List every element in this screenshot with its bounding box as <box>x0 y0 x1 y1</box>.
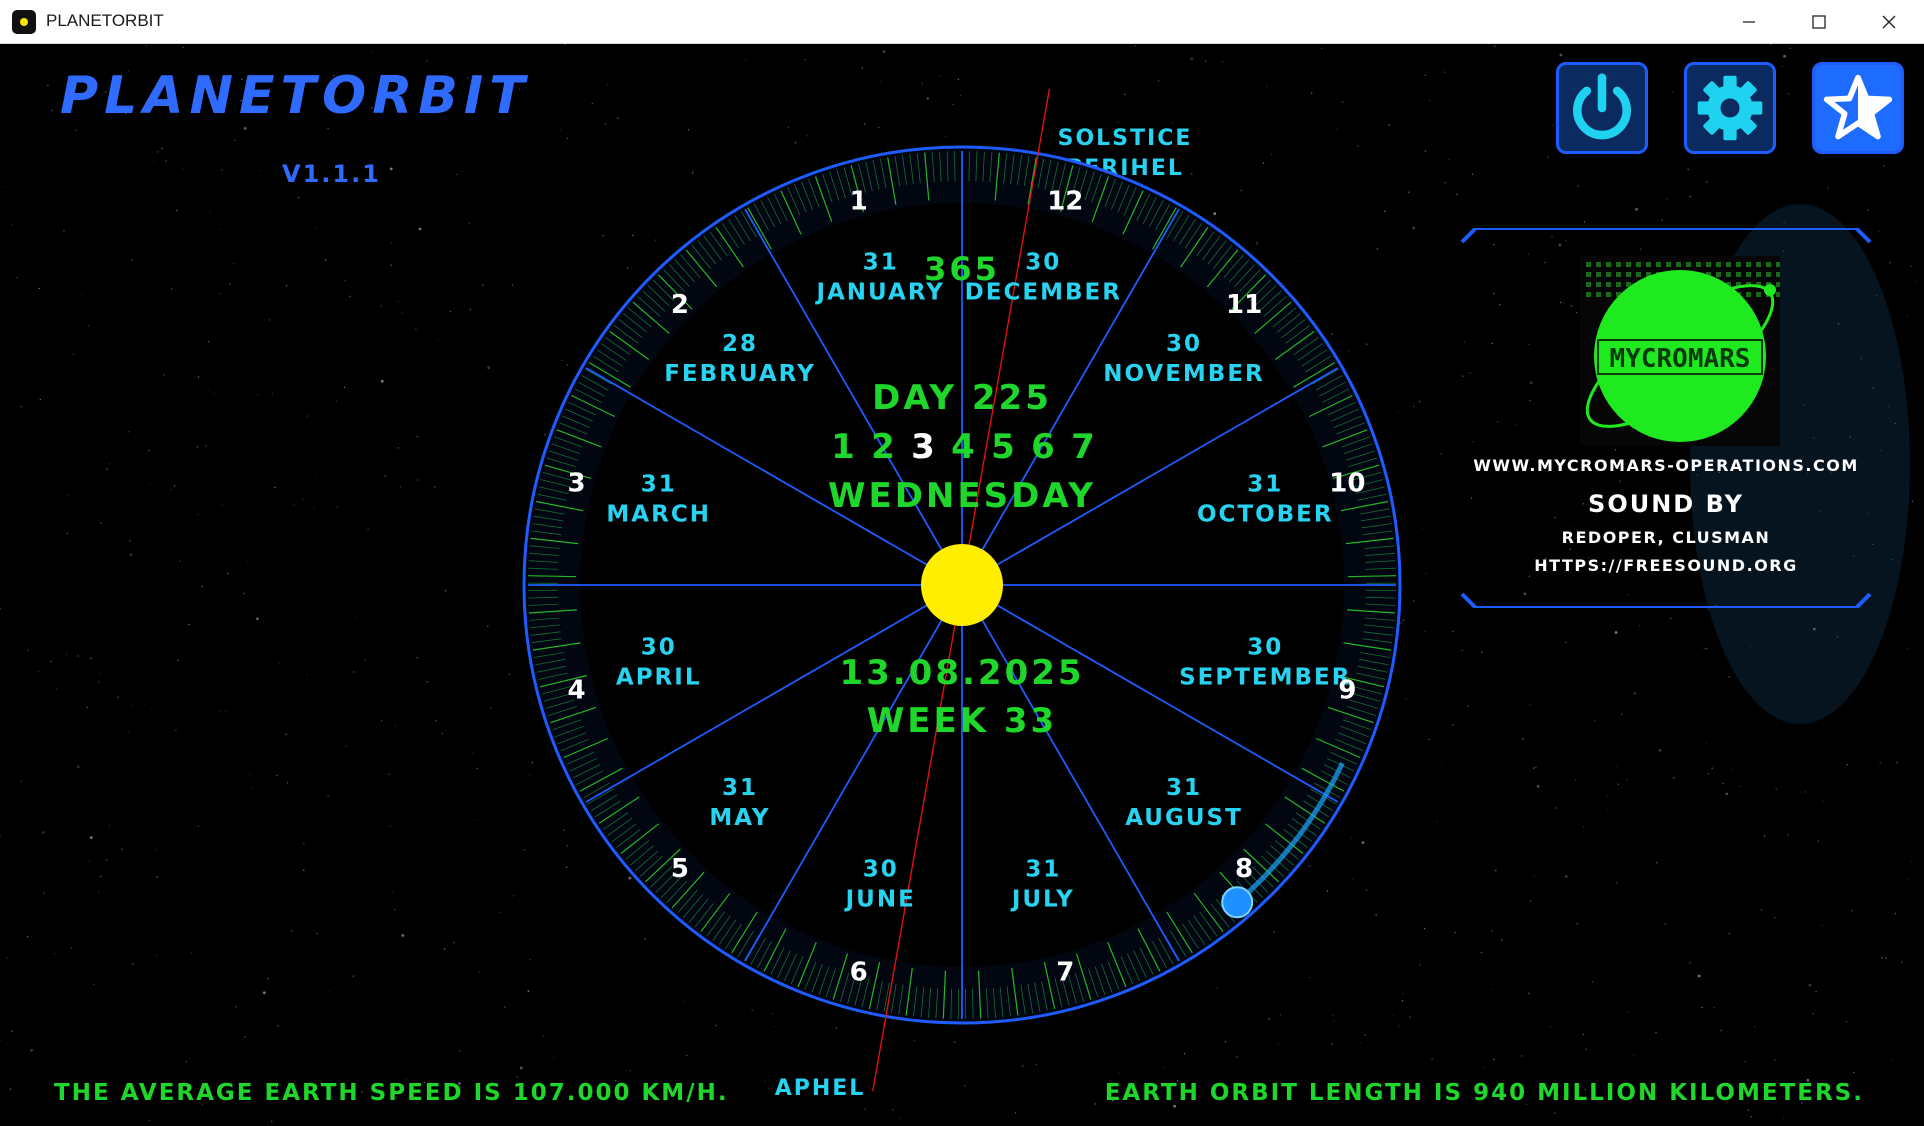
month-name-2: FEBRUARY <box>664 361 816 387</box>
month-name-5: MAY <box>709 805 770 831</box>
maximize-button[interactable] <box>1784 0 1854 44</box>
month-number-5: 5 <box>671 854 689 884</box>
month-number-10: 10 <box>1329 469 1365 499</box>
app-canvas: PLANETORBIT V1.1.1 SOLSTICE PERIHEL APHE… <box>0 44 1924 1126</box>
close-icon <box>1882 15 1896 29</box>
weekday-number-2: 2 <box>871 427 895 467</box>
month-days-11: 30 <box>1166 331 1202 357</box>
days-in-year: 365 <box>924 250 1000 288</box>
month-number-9: 9 <box>1338 675 1356 705</box>
sound-by-heading: SOUND BY <box>1588 490 1744 518</box>
sun <box>921 544 1003 626</box>
window-titlebar: PLANETORBIT <box>0 0 1924 44</box>
maximize-icon <box>1812 15 1826 29</box>
window-title: PLANETORBIT <box>46 11 164 30</box>
month-number-4: 4 <box>568 675 586 705</box>
weekday-number-5: 5 <box>991 427 1015 467</box>
sound-source-link[interactable]: HTTPS://FREESOUND.ORG <box>1458 556 1874 575</box>
month-name-9: SEPTEMBER <box>1179 664 1351 690</box>
month-name-8: AUGUST <box>1125 805 1243 831</box>
website-url[interactable]: WWW.MYCROMARS-OPERATIONS.COM <box>1458 456 1874 475</box>
weekday-number-3: 3 <box>911 427 935 467</box>
minimize-button[interactable] <box>1714 0 1784 44</box>
month-number-1: 1 <box>850 187 868 217</box>
month-name-7: JULY <box>1010 886 1075 912</box>
month-number-8: 8 <box>1235 854 1253 884</box>
month-name-11: NOVEMBER <box>1103 361 1265 387</box>
day-of-year: DAY 225 <box>872 378 1052 418</box>
month-name-4: APRIL <box>616 664 702 690</box>
month-name-3: MARCH <box>606 502 711 528</box>
app-icon <box>12 10 36 34</box>
earth-speed-text: THE AVERAGE EARTH SPEED IS 107.000 KM/H. <box>54 1080 729 1106</box>
weekday-number-1: 1 <box>831 427 855 467</box>
month-number-7: 7 <box>1056 957 1074 987</box>
month-name-10: OCTOBER <box>1197 502 1334 528</box>
weekday-number-6: 6 <box>1031 427 1055 467</box>
earth-marker[interactable] <box>1221 886 1254 919</box>
month-days-9: 30 <box>1247 634 1283 660</box>
month-number-11: 11 <box>1226 290 1262 320</box>
current-date: 13.08.2025 <box>839 653 1084 693</box>
month-days-3: 31 <box>641 472 677 498</box>
month-number-2: 2 <box>671 290 689 320</box>
month-days-2: 28 <box>722 331 758 357</box>
minimize-icon <box>1743 21 1755 23</box>
month-number-6: 6 <box>850 957 868 987</box>
close-button[interactable] <box>1854 0 1924 44</box>
month-number-12: 12 <box>1047 187 1083 217</box>
credits-panel: MYCROMARS WWW.MYCROMARS-OPERATIONS.COM S… <box>1458 228 1874 608</box>
month-days-5: 31 <box>722 775 758 801</box>
month-days-6: 30 <box>863 856 899 882</box>
month-days-1: 31 <box>863 250 899 276</box>
orbit-length-text: EARTH ORBIT LENGTH IS 940 MILLION KILOME… <box>1104 1080 1864 1106</box>
month-days-4: 30 <box>641 634 677 660</box>
week-number: WEEK 33 <box>867 701 1057 741</box>
month-days-12: 30 <box>1025 250 1061 276</box>
mycromars-logo: MYCROMARS <box>1580 256 1780 446</box>
weekday-number-4: 4 <box>951 427 975 467</box>
month-days-8: 31 <box>1166 775 1202 801</box>
weekday-name: WEDNESDAY <box>828 476 1096 516</box>
sound-credits-names: REDOPER, CLUSMAN <box>1561 528 1771 547</box>
month-days-7: 31 <box>1025 856 1061 882</box>
month-days-10: 31 <box>1247 472 1283 498</box>
weekday-number-7: 7 <box>1071 427 1095 467</box>
month-number-3: 3 <box>568 469 586 499</box>
month-name-6: JUNE <box>844 886 916 912</box>
logo-text: MYCROMARS <box>1610 344 1751 374</box>
